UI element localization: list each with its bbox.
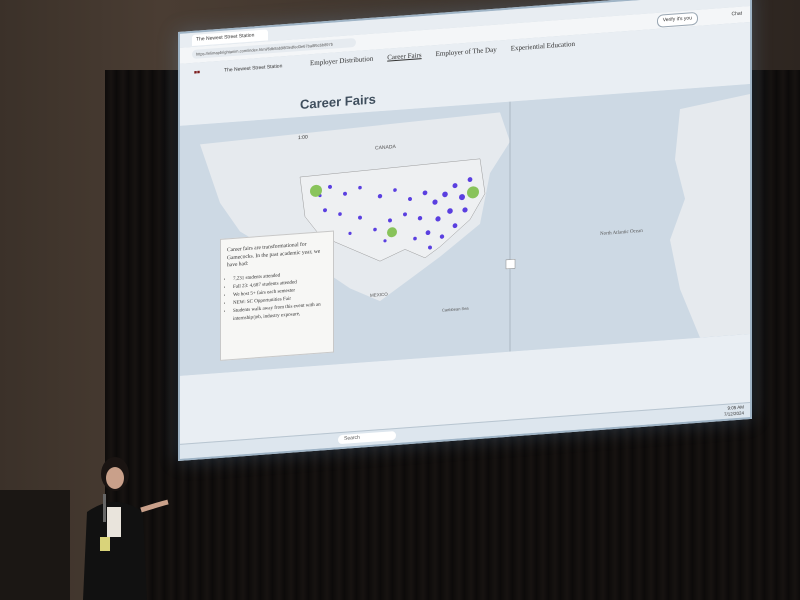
nav-career-fairs[interactable]: Career Fairs — [387, 51, 421, 62]
podium — [0, 490, 70, 600]
taskbar-clock: 9:05 AM 7/12/2024 — [724, 404, 744, 417]
nav-employer-of-the-day[interactable]: Employer of The Day — [436, 46, 497, 58]
web-page: ■■ The Newest Street Station Employer Di… — [180, 21, 750, 444]
map-label-pacific: 1:00 — [298, 134, 308, 141]
nav-employer-distribution[interactable]: Employer Distribution — [310, 55, 373, 68]
university-logo: ■■ — [194, 69, 201, 76]
nav-experiential-education[interactable]: Experiential Education — [511, 40, 575, 53]
clock-date: 7/12/2024 — [723, 410, 744, 417]
card-intro: Career fairs are transformational for Ga… — [227, 241, 321, 269]
card-stats-list: 7,231 students attended Fall 23: 4,687 s… — [221, 268, 333, 324]
taskbar-search[interactable]: Search — [338, 430, 396, 445]
map-pan-control — [505, 258, 516, 270]
chat-button[interactable]: Chat — [731, 9, 742, 21]
page-title: Career Fairs — [300, 91, 376, 113]
presenter — [83, 457, 169, 600]
career-fairs-info-card: Career fairs are transformational for Ga… — [220, 230, 334, 361]
site-brand: The Newest Street Station — [224, 63, 283, 74]
projection-screen: The Newest Street Station https://elimap… — [178, 0, 752, 461]
